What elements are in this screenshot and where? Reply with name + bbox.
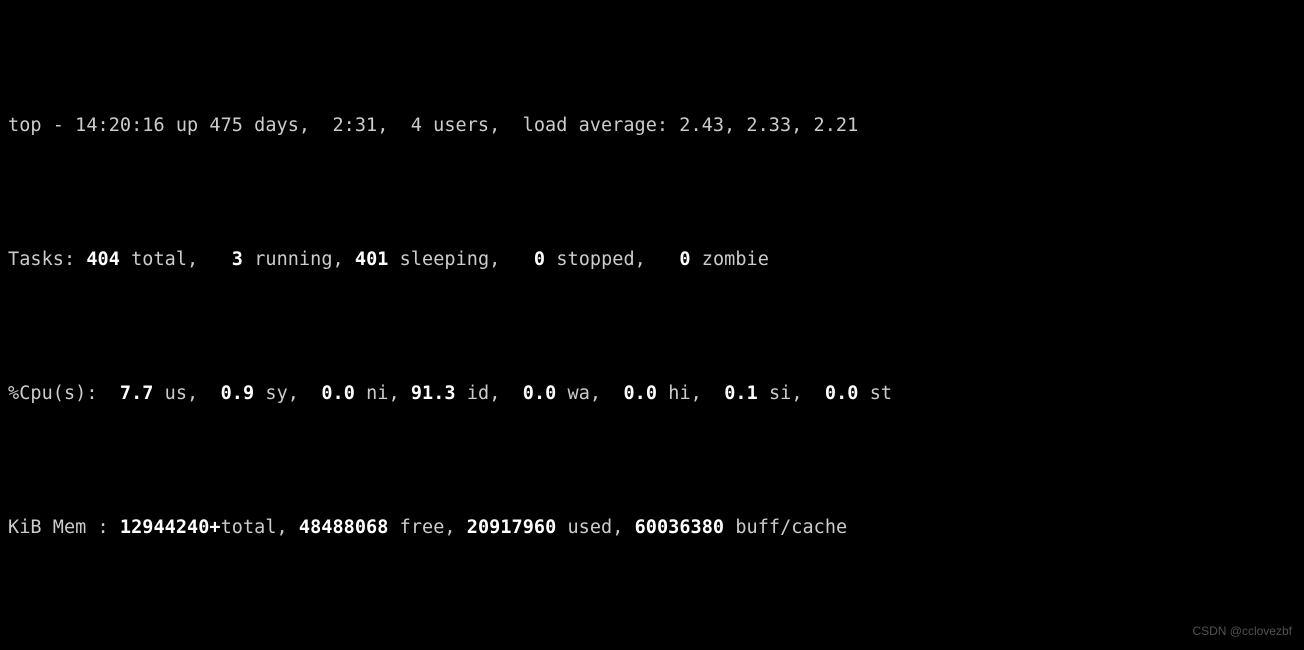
top-terminal[interactable]: top - 14:20:16 up 475 days, 2:31, 4 user…	[0, 0, 1304, 650]
summary-mem: KiB Mem : 12944240+total, 48488068 free,…	[8, 515, 1296, 542]
summary-uptime: top - 14:20:16 up 475 days, 2:31, 4 user…	[8, 113, 1296, 140]
summary-cpu: %Cpu(s): 7.7 us, 0.9 sy, 0.0 ni, 91.3 id…	[8, 381, 1296, 408]
watermark: CSDN @cclovezbf	[1192, 623, 1292, 640]
summary-tasks: Tasks: 404 total, 3 running, 401 sleepin…	[8, 247, 1296, 274]
